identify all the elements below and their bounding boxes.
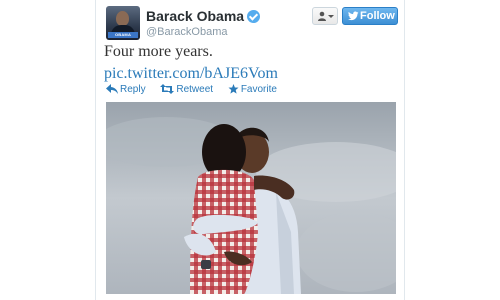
favorite-label: Favorite xyxy=(240,84,277,95)
profile-name[interactable]: Barack Obama xyxy=(146,8,261,24)
tweet-card: OBAMA Barack Obama @BarackObama Follow F… xyxy=(95,0,405,300)
tweet-photo[interactable] xyxy=(106,102,396,294)
retweet-label: Retweet xyxy=(176,84,214,95)
profile-avatar[interactable]: OBAMA xyxy=(106,6,140,40)
verified-badge-icon xyxy=(247,10,261,23)
reply-arrow-icon xyxy=(106,84,118,94)
twitter-bird-icon xyxy=(348,11,359,21)
star-icon xyxy=(228,84,239,94)
reply-action[interactable]: Reply xyxy=(106,84,146,95)
avatar-caption: OBAMA xyxy=(108,32,138,38)
avatar-head xyxy=(116,11,129,26)
follow-label: Follow xyxy=(360,10,395,22)
reply-label: Reply xyxy=(120,84,146,95)
follow-button[interactable]: Follow xyxy=(342,7,398,25)
favorite-action[interactable]: Favorite xyxy=(228,84,277,95)
user-actions-dropdown-button[interactable] xyxy=(312,7,338,25)
profile-name-text: Barack Obama xyxy=(146,8,245,24)
tweet-actions: Reply Retweet Favorite xyxy=(106,84,289,98)
tweet-text: Four more years. xyxy=(104,43,213,60)
person-icon xyxy=(318,11,326,21)
retweet-icon xyxy=(160,84,175,94)
retweet-action[interactable]: Retweet xyxy=(160,84,213,95)
embrace-photo xyxy=(106,102,396,294)
tweet-photo-link[interactable]: pic.twitter.com/bAJE6Vom xyxy=(104,64,278,84)
profile-handle[interactable]: @BarackObama xyxy=(146,26,227,38)
chevron-down-icon xyxy=(328,15,334,18)
